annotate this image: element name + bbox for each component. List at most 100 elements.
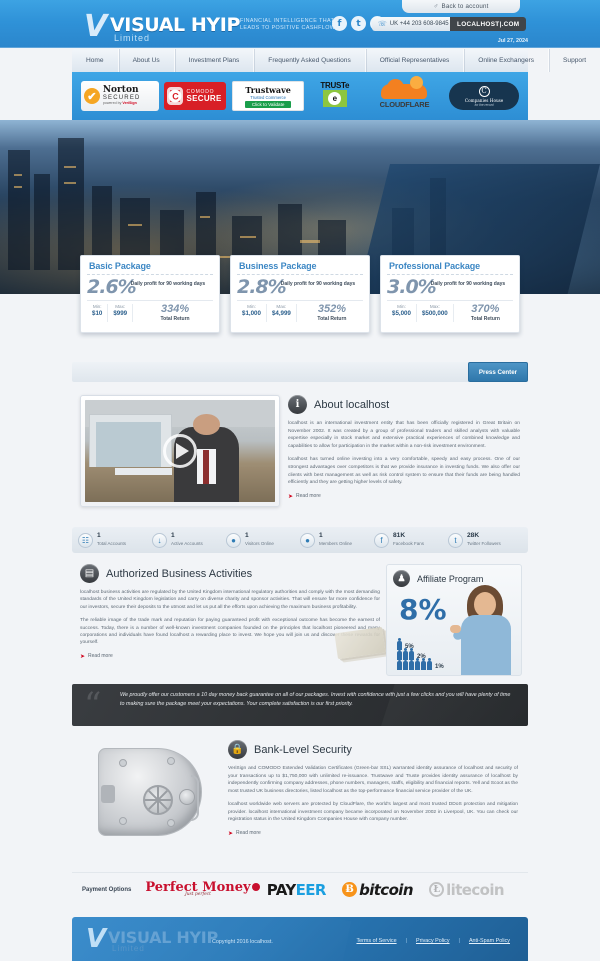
trustwave-badge[interactable]: Trustwave Trusted Commerce Click to Vali… — [232, 81, 305, 111]
site-logo[interactable]: V VISUAL HYIP Limited — [84, 9, 259, 44]
affiliate-people-icon: ♟ — [393, 570, 410, 587]
trustwave-validate-button[interactable]: Click to Validate — [244, 100, 292, 108]
truste-badge[interactable]: TRUSTe e — [310, 81, 360, 111]
comodo-secure-badge[interactable]: C COMODO SECURE — [164, 81, 227, 111]
package-card-business[interactable]: Business Package 2.8% Daily profit for 9… — [230, 255, 370, 333]
activities-title: Authorized Business Activities — [106, 567, 253, 580]
payeer-part-2: EER — [295, 880, 327, 899]
phone-number[interactable]: ☏ UK +44 203 608-9845 — [372, 17, 455, 31]
truste-label: TRUSTe — [320, 81, 350, 90]
about-read-more-link[interactable]: ➤ Read more — [288, 493, 520, 500]
read-more-label: Read more — [236, 830, 261, 836]
cloudflare-badge[interactable]: CLOUDFLARE — [365, 75, 443, 111]
arrow-icon: ➤ — [80, 653, 86, 660]
copyright-text: Copyright 2016 localhost. — [212, 939, 273, 945]
nav-item-faq[interactable]: Frequently Asked Questions — [254, 49, 366, 72]
briefcase-icon: ▤ — [80, 564, 99, 583]
affiliate-woman-image — [450, 583, 521, 675]
nav-item-online-exchangers[interactable]: Online Exchangers — [464, 49, 549, 72]
trustwave-sub-label: Trusted Commerce — [250, 94, 286, 100]
site-domain-label: LOCALHOST|.COM — [450, 17, 527, 31]
stat-value: 1 — [245, 532, 249, 540]
members-online-icon: ● — [300, 532, 315, 548]
package-min-label: Min: — [397, 304, 406, 309]
back-to-account-tab[interactable]: ♂ Back to account — [402, 0, 520, 13]
package-card-basic[interactable]: Basic Package 2.6% Daily profit for 90 w… — [80, 255, 220, 333]
package-rate-description: Daily profit for 90 working days — [130, 281, 206, 287]
header-tagline: FINANCIAL INTELLIGENCE THAT LEADS TO POS… — [240, 18, 336, 31]
package-min-label: Min: — [92, 304, 102, 309]
arrow-icon: ➤ — [288, 493, 294, 500]
lock-icon: 🔒 — [228, 740, 247, 759]
trust-badges-row: ✔ Norton SECURED powered by VeriSign C C… — [72, 72, 528, 120]
affiliate-program-panel[interactable]: ♟ Affiliate Program 8% 5% 2% 1% — [386, 564, 522, 676]
about-paragraph-2: localhost has turned online investing in… — [288, 457, 520, 486]
payeer-logo[interactable]: PAYEER — [266, 880, 327, 899]
companies-house-sub-label: for the record — [474, 102, 494, 107]
security-read-more-link[interactable]: ➤ Read more — [228, 830, 518, 837]
promo-video-player[interactable] — [80, 395, 280, 507]
package-total-return-label: Total Return — [317, 316, 347, 322]
nav-item-support[interactable]: Support — [549, 49, 600, 72]
quote-mark-icon: “ — [84, 685, 102, 725]
stat-value: 1 — [319, 532, 323, 540]
affiliate-tier-3: 1% — [397, 658, 459, 670]
footer-link-anti-spam-policy[interactable]: Anti-Spam Policy — [469, 938, 510, 944]
nav-item-official-representatives[interactable]: Official Representatives — [366, 49, 465, 72]
nav-item-investment-plans[interactable]: Investment Plans — [175, 49, 255, 72]
nav-item-home[interactable]: Home — [72, 49, 119, 72]
logo-v-mark: V — [84, 9, 108, 44]
norton-label: Norton — [102, 85, 139, 96]
package-rate: 2.8% — [237, 276, 287, 298]
package-min-value: $5,000 — [392, 310, 411, 317]
package-title: Business Package — [239, 261, 317, 271]
play-button-icon[interactable] — [163, 434, 197, 468]
logo-subtitle: Limited — [114, 33, 151, 43]
page-root: ♂ Back to account V VISUAL HYIP Limited … — [0, 0, 600, 961]
stat-members-online: ● 1 Members Online — [300, 532, 374, 548]
user-icon: ♂ — [433, 3, 439, 10]
activities-read-more-link[interactable]: ➤ Read more — [80, 653, 380, 660]
payment-options-row: Payment Options Perfect Money Just perfe… — [72, 872, 528, 906]
tier-percent: 1% — [435, 664, 444, 670]
package-min-value: $10 — [92, 310, 103, 317]
stat-twitter-followers[interactable]: t 28K Twitter Followers — [448, 532, 522, 548]
security-text-block: 🔒 Bank-Level Security VeriSign and COMOD… — [228, 740, 518, 837]
press-bar: Press Center — [72, 362, 528, 382]
authorized-business-activities-section: ▤ Authorized Business Activities localho… — [80, 564, 386, 660]
back-to-account-label: Back to account — [441, 3, 489, 10]
check-icon: ✔ — [83, 88, 100, 104]
footer-logo[interactable]: V VISUAL HYIP Limited — [86, 926, 236, 953]
stat-active-accounts: ↓ 1 Active Accounts — [152, 532, 226, 548]
payment-options-label: Payment Options — [82, 886, 132, 893]
nav-item-about-us[interactable]: About Us — [119, 49, 175, 72]
trustwave-label: Trustwave — [245, 84, 291, 95]
facebook-icon[interactable]: f — [332, 16, 347, 31]
litecoin-logo[interactable]: Ł litecoin — [429, 881, 505, 899]
package-max-value: $500,000 — [421, 310, 448, 317]
payeer-part-1: PAY — [266, 880, 296, 899]
package-rate-description: Daily profit for 90 working days — [430, 281, 506, 287]
companies-house-badge[interactable]: C Companies House for the record — [449, 81, 520, 111]
stat-facebook-fans[interactable]: f 81K Facebook Fans — [374, 532, 448, 548]
package-card-professional[interactable]: Professional Package 3.0% Daily profit f… — [380, 255, 520, 333]
perfect-money-logo[interactable]: Perfect Money Just perfect — [145, 881, 260, 897]
twitter-icon[interactable]: t — [351, 16, 366, 31]
affiliate-tiers: 5% 2% 1% — [397, 638, 459, 671]
footer-separator: | — [405, 938, 407, 944]
press-center-button[interactable]: Press Center — [468, 362, 528, 382]
footer-link-privacy-policy[interactable]: Privacy Policy — [416, 938, 450, 944]
footer-link-terms-of-service[interactable]: Terms of Service — [356, 938, 396, 944]
stat-visitors-online: ● 1 Visitors Online — [226, 532, 300, 548]
stat-label: Members Online — [319, 541, 353, 547]
verisign-label: VeriSign — [122, 101, 137, 106]
bitcoin-logo[interactable]: Ƀ bitcoin — [342, 880, 414, 899]
active-accounts-icon: ↓ — [152, 532, 167, 548]
guarantee-quote-text: We proudly offer our customers a 10 day … — [120, 692, 511, 707]
facebook-icon: f — [374, 532, 389, 548]
info-icon: i — [288, 395, 307, 414]
bitcoin-label: bitcoin — [359, 880, 413, 899]
package-max-label: Max: — [429, 304, 440, 309]
norton-powered-label: powered by — [102, 101, 122, 106]
norton-secured-badge[interactable]: ✔ Norton SECURED powered by VeriSign — [80, 81, 159, 111]
